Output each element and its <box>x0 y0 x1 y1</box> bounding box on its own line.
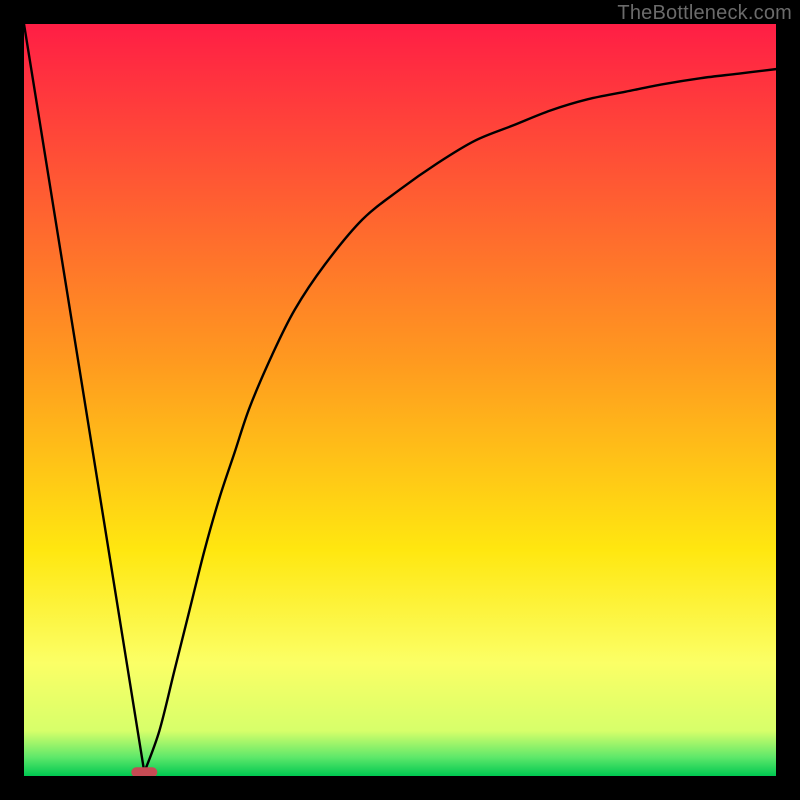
chart-frame: TheBottleneck.com <box>0 0 800 800</box>
watermark-text: TheBottleneck.com <box>617 2 792 25</box>
gradient-background <box>24 24 776 776</box>
minimum-marker <box>131 767 157 776</box>
plot-area <box>24 24 776 776</box>
chart-svg <box>24 24 776 776</box>
